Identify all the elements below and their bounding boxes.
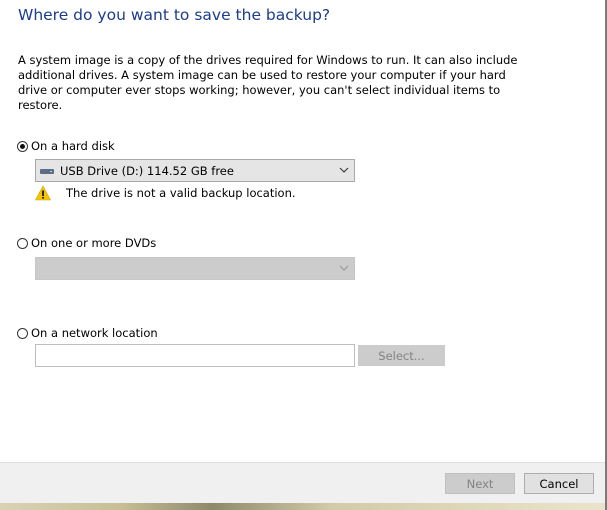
page-title: Where do you want to save the backup? bbox=[18, 6, 331, 24]
backup-wizard-page: Where do you want to save the backup? A … bbox=[0, 0, 607, 510]
next-button: Next bbox=[445, 473, 515, 494]
select-network-button: Select... bbox=[358, 345, 445, 366]
desktop-background-strip bbox=[0, 503, 605, 510]
radio-hard-disk-button[interactable] bbox=[17, 140, 28, 152]
radio-dvds-label[interactable]: On one or more DVDs bbox=[31, 236, 156, 250]
chevron-down-icon bbox=[339, 167, 349, 173]
radio-hard-disk[interactable]: On a hard disk bbox=[17, 139, 115, 153]
description-text: A system image is a copy of the drives r… bbox=[18, 53, 518, 112]
drive-warning: The drive is not a valid backup location… bbox=[35, 185, 296, 201]
chevron-down-icon bbox=[339, 265, 349, 271]
hard-disk-dropdown[interactable]: USB Drive (D:) 114.52 GB free bbox=[35, 159, 355, 182]
radio-dvds[interactable]: On one or more DVDs bbox=[17, 236, 156, 250]
hard-disk-dropdown-value: USB Drive (D:) 114.52 GB free bbox=[60, 163, 234, 178]
dvd-dropdown bbox=[35, 257, 355, 280]
drive-warning-text: The drive is not a valid backup location… bbox=[66, 186, 296, 200]
radio-hard-disk-label[interactable]: On a hard disk bbox=[31, 139, 115, 153]
network-location-input bbox=[35, 344, 355, 367]
radio-dvds-button[interactable] bbox=[17, 237, 28, 249]
warning-icon bbox=[35, 185, 51, 201]
radio-network-button[interactable] bbox=[17, 327, 28, 339]
cancel-button[interactable]: Cancel bbox=[524, 473, 594, 494]
radio-network[interactable]: On a network location bbox=[17, 326, 158, 340]
radio-network-label[interactable]: On a network location bbox=[31, 326, 158, 340]
usb-drive-icon bbox=[40, 167, 54, 175]
